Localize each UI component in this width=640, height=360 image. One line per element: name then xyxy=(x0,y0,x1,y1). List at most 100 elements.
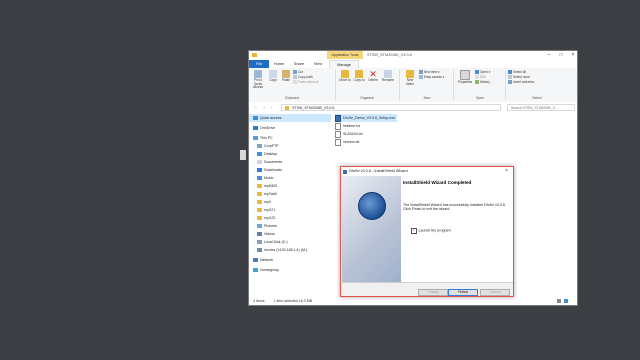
group-label-open: Open xyxy=(475,96,485,100)
delete-x-icon: ✕ xyxy=(369,69,377,79)
invert-selection-button[interactable]: Invert selection xyxy=(508,80,534,85)
paste-button[interactable]: Paste xyxy=(280,70,292,83)
move-to-button[interactable]: Move to xyxy=(339,70,351,83)
address-path: STSW_STM32080_V3.0.6 xyxy=(292,106,335,110)
nav-item-homegroup[interactable]: Homegroup xyxy=(249,266,331,274)
copy-to-button[interactable]: Copy to xyxy=(353,70,365,83)
back-button[interactable]: < Back xyxy=(418,289,448,296)
application-tools-tab[interactable]: Application Tools xyxy=(327,51,363,59)
download-icon xyxy=(257,168,262,173)
text-file-icon xyxy=(335,122,341,130)
nav-item-movies-share[interactable]: movies (\\192.168.1.4) (M:) xyxy=(249,246,331,254)
new-folder-button[interactable]: New folder xyxy=(403,70,417,86)
copy-button[interactable]: Copy xyxy=(267,70,279,83)
nav-item-downloads[interactable]: Downloads xyxy=(249,166,331,174)
folder-icon xyxy=(257,184,262,189)
nav-item-music[interactable]: Music xyxy=(249,174,331,182)
address-folder-icon xyxy=(285,106,289,110)
documents-icon xyxy=(257,160,262,165)
copy-to-icon xyxy=(355,70,363,78)
paste-icon xyxy=(282,70,290,78)
window-title: STSW_STM32080_V3.0.6 xyxy=(367,53,412,57)
computer-icon xyxy=(253,136,258,141)
text-file-icon xyxy=(335,138,341,146)
ftp-icon xyxy=(257,144,262,149)
paste-shortcut-button[interactable]: Paste shortcut xyxy=(293,80,318,85)
nav-item-quick-access[interactable]: Quick access xyxy=(249,114,331,122)
search-input[interactable]: Search STSW_STM32080_V... xyxy=(507,104,575,111)
desktop-icon xyxy=(257,152,262,157)
group-separator xyxy=(399,70,400,100)
wizard-footer: < Back Finish Cancel xyxy=(342,282,513,296)
large-icons-view-icon[interactable] xyxy=(564,299,568,303)
nav-item-documents[interactable]: Documents xyxy=(249,158,331,166)
launch-program-checkbox[interactable]: ✓ Launch the program xyxy=(411,228,451,234)
tab-share[interactable]: Share xyxy=(289,60,309,68)
paste-shortcut-icon xyxy=(293,80,297,85)
forward-arrow-icon[interactable]: → xyxy=(261,104,266,111)
delete-button[interactable]: ✕ Delete xyxy=(367,70,379,83)
select-actions: Select all Select none Invert selection xyxy=(508,70,534,85)
pin-button[interactable]: Pin to Quick access xyxy=(251,70,265,90)
back-arrow-icon[interactable]: ← xyxy=(253,104,258,111)
maximize-button[interactable]: □ xyxy=(555,51,567,59)
mouse-cursor-icon xyxy=(432,241,435,245)
folder-icon xyxy=(257,192,262,197)
cancel-button[interactable]: Cancel xyxy=(480,289,510,296)
nav-item-this-pc[interactable]: This PC xyxy=(249,134,331,142)
folder-icon xyxy=(257,216,262,221)
nav-item-pictures[interactable]: Pictures xyxy=(249,222,331,230)
rename-button[interactable]: Rename xyxy=(381,70,395,83)
group-label-organize: Organize xyxy=(360,96,374,100)
nav-item-myxz2[interactable]: myXZ2 xyxy=(249,214,331,222)
minimize-button[interactable]: – xyxy=(543,51,555,59)
cloud-icon xyxy=(253,126,258,131)
address-bar[interactable]: STSW_STM32080_V3.0.6 xyxy=(281,104,501,111)
installer-icon xyxy=(335,114,341,122)
history-icon xyxy=(475,80,479,85)
properties-icon xyxy=(460,70,470,80)
file-item-readme[interactable]: readme.txt xyxy=(335,122,575,130)
nav-item-network[interactable]: Network xyxy=(249,256,331,264)
tab-manage[interactable]: Manage xyxy=(329,60,359,68)
folder-icon xyxy=(252,53,257,57)
file-item-setup-exe[interactable]: DfuSe_Demo_V3.0.6_Setup.exe xyxy=(335,114,397,122)
tab-view[interactable]: View xyxy=(309,60,327,68)
invert-selection-icon xyxy=(508,80,512,85)
installshield-logo-icon xyxy=(358,192,386,220)
wizard-banner xyxy=(342,176,401,282)
installshield-dialog: DfuSe v3.0.6 - InstallShield Wizard × In… xyxy=(340,166,514,297)
details-view-icon[interactable] xyxy=(557,299,561,303)
nav-item-local-disk[interactable]: Local Disk (C:) xyxy=(249,238,331,246)
tab-file[interactable]: File xyxy=(249,60,269,68)
nav-item-myx[interactable]: myX xyxy=(249,198,331,206)
close-button[interactable]: × xyxy=(567,51,577,59)
status-bar: 4 items 1 item selected 16.3 MB xyxy=(249,296,577,305)
drive-icon xyxy=(257,240,262,245)
nav-item-myk820[interactable]: myK820 xyxy=(249,182,331,190)
nav-item-myx21[interactable]: myX21 xyxy=(249,206,331,214)
nav-item-onedrive[interactable]: OneDrive xyxy=(249,124,331,132)
nav-item-videos[interactable]: Videos xyxy=(249,230,331,238)
properties-button[interactable]: Properties xyxy=(456,70,474,85)
history-button[interactable]: History xyxy=(475,80,490,85)
nav-item-desktop[interactable]: Desktop xyxy=(249,150,331,158)
edit-icon xyxy=(475,75,479,80)
dialog-close-icon[interactable]: × xyxy=(502,167,511,176)
nav-item-mytab8[interactable]: myTab8 xyxy=(249,190,331,198)
nav-item-corpftp[interactable]: CorpFTP xyxy=(249,142,331,150)
network-icon xyxy=(253,258,258,263)
easy-access-button[interactable]: Easy access ▾ xyxy=(419,75,444,80)
file-item-version[interactable]: version.txt xyxy=(335,138,575,146)
wizard-message: The InstallShield Wizard has successfull… xyxy=(403,203,506,212)
dialog-title: DfuSe v3.0.6 - InstallShield Wizard xyxy=(349,169,408,173)
selection-info: 1 item selected 16.3 MB xyxy=(273,299,313,303)
rename-icon xyxy=(384,70,392,78)
music-icon xyxy=(257,176,262,181)
finish-button[interactable]: Finish xyxy=(448,289,478,296)
group-separator xyxy=(335,70,336,100)
tab-home[interactable]: Home xyxy=(269,60,289,68)
easy-access-icon xyxy=(419,75,423,80)
file-item-sla0044[interactable]: SLA0044.txt xyxy=(335,130,575,138)
up-arrow-icon[interactable]: ↑ xyxy=(270,104,272,111)
